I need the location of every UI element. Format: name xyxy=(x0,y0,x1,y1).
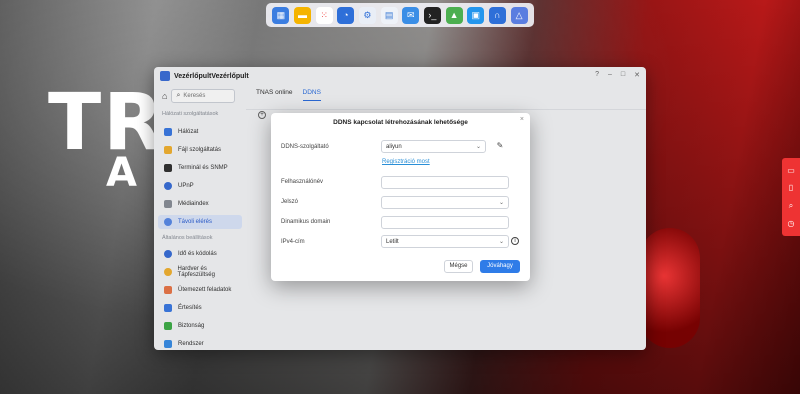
password-field[interactable]: ⌄ xyxy=(381,196,509,209)
provider-label: DDNS-szolgáltató xyxy=(281,144,329,150)
chat-icon[interactable]: ▯ xyxy=(789,183,793,192)
files-icon[interactable]: ▤ xyxy=(380,6,398,24)
ipv4-label: IPv4-cím xyxy=(281,239,305,245)
docker-icon[interactable]: ▣ xyxy=(467,6,485,24)
dialog-title: DDNS kapcsolat létrehozásának lehetősége xyxy=(333,119,468,126)
ok-button[interactable]: Jóváhagy xyxy=(480,260,520,273)
android-icon[interactable]: ▲ xyxy=(445,6,463,24)
info-icon[interactable]: i xyxy=(511,237,519,245)
password-label: Jelszó xyxy=(281,199,299,205)
dock: ▦ ▬ ⁙ ◔ ⚙ ▤ ✉ ›_ ▲ ▣ ∩ △ xyxy=(266,3,534,27)
wallpaper-brand-letter: A xyxy=(106,150,137,196)
cancel-button[interactable]: Mégse xyxy=(444,260,473,273)
notification-icon[interactable]: ▭ xyxy=(787,166,795,175)
chevron-down-icon: ⌄ xyxy=(498,239,504,245)
apps-grid-icon[interactable]: ⁙ xyxy=(315,6,333,24)
ipv4-select[interactable]: Letilt ⌄ xyxy=(381,235,509,248)
terminal-icon[interactable]: ›_ xyxy=(423,6,441,24)
mail-icon[interactable]: ✉ xyxy=(402,6,420,24)
settings-icon[interactable]: ⚙ xyxy=(358,6,376,24)
notes-icon[interactable]: ▬ xyxy=(293,6,311,24)
domain-field[interactable] xyxy=(381,216,509,229)
chevron-down-icon: ⌄ xyxy=(475,144,481,150)
side-toolbar: ▭ ▯ ⌕ ◷ xyxy=(782,158,800,236)
ddns-dialog: DDNS kapcsolat létrehozásának lehetősége… xyxy=(271,113,530,281)
provider-select[interactable]: aliyun ⌄ xyxy=(381,140,486,153)
drive-icon[interactable]: △ xyxy=(510,6,528,24)
file-manager-icon[interactable]: ▦ xyxy=(272,6,290,24)
edit-icon[interactable]: ✎ xyxy=(493,141,507,153)
clock-icon[interactable]: ◷ xyxy=(788,219,795,228)
support-icon[interactable]: ∩ xyxy=(488,6,506,24)
wallpaper-decoration xyxy=(640,228,700,348)
clock-icon[interactable]: ◔ xyxy=(337,6,355,24)
register-link[interactable]: Regisztráció most xyxy=(382,159,430,165)
username-label: Felhasználónév xyxy=(281,179,324,185)
domain-label: Dinamikus domain xyxy=(281,219,331,225)
search-icon[interactable]: ⌕ xyxy=(789,201,793,211)
username-field[interactable] xyxy=(381,176,509,189)
close-icon[interactable]: × xyxy=(520,116,524,123)
chevron-down-icon: ⌄ xyxy=(498,200,504,206)
